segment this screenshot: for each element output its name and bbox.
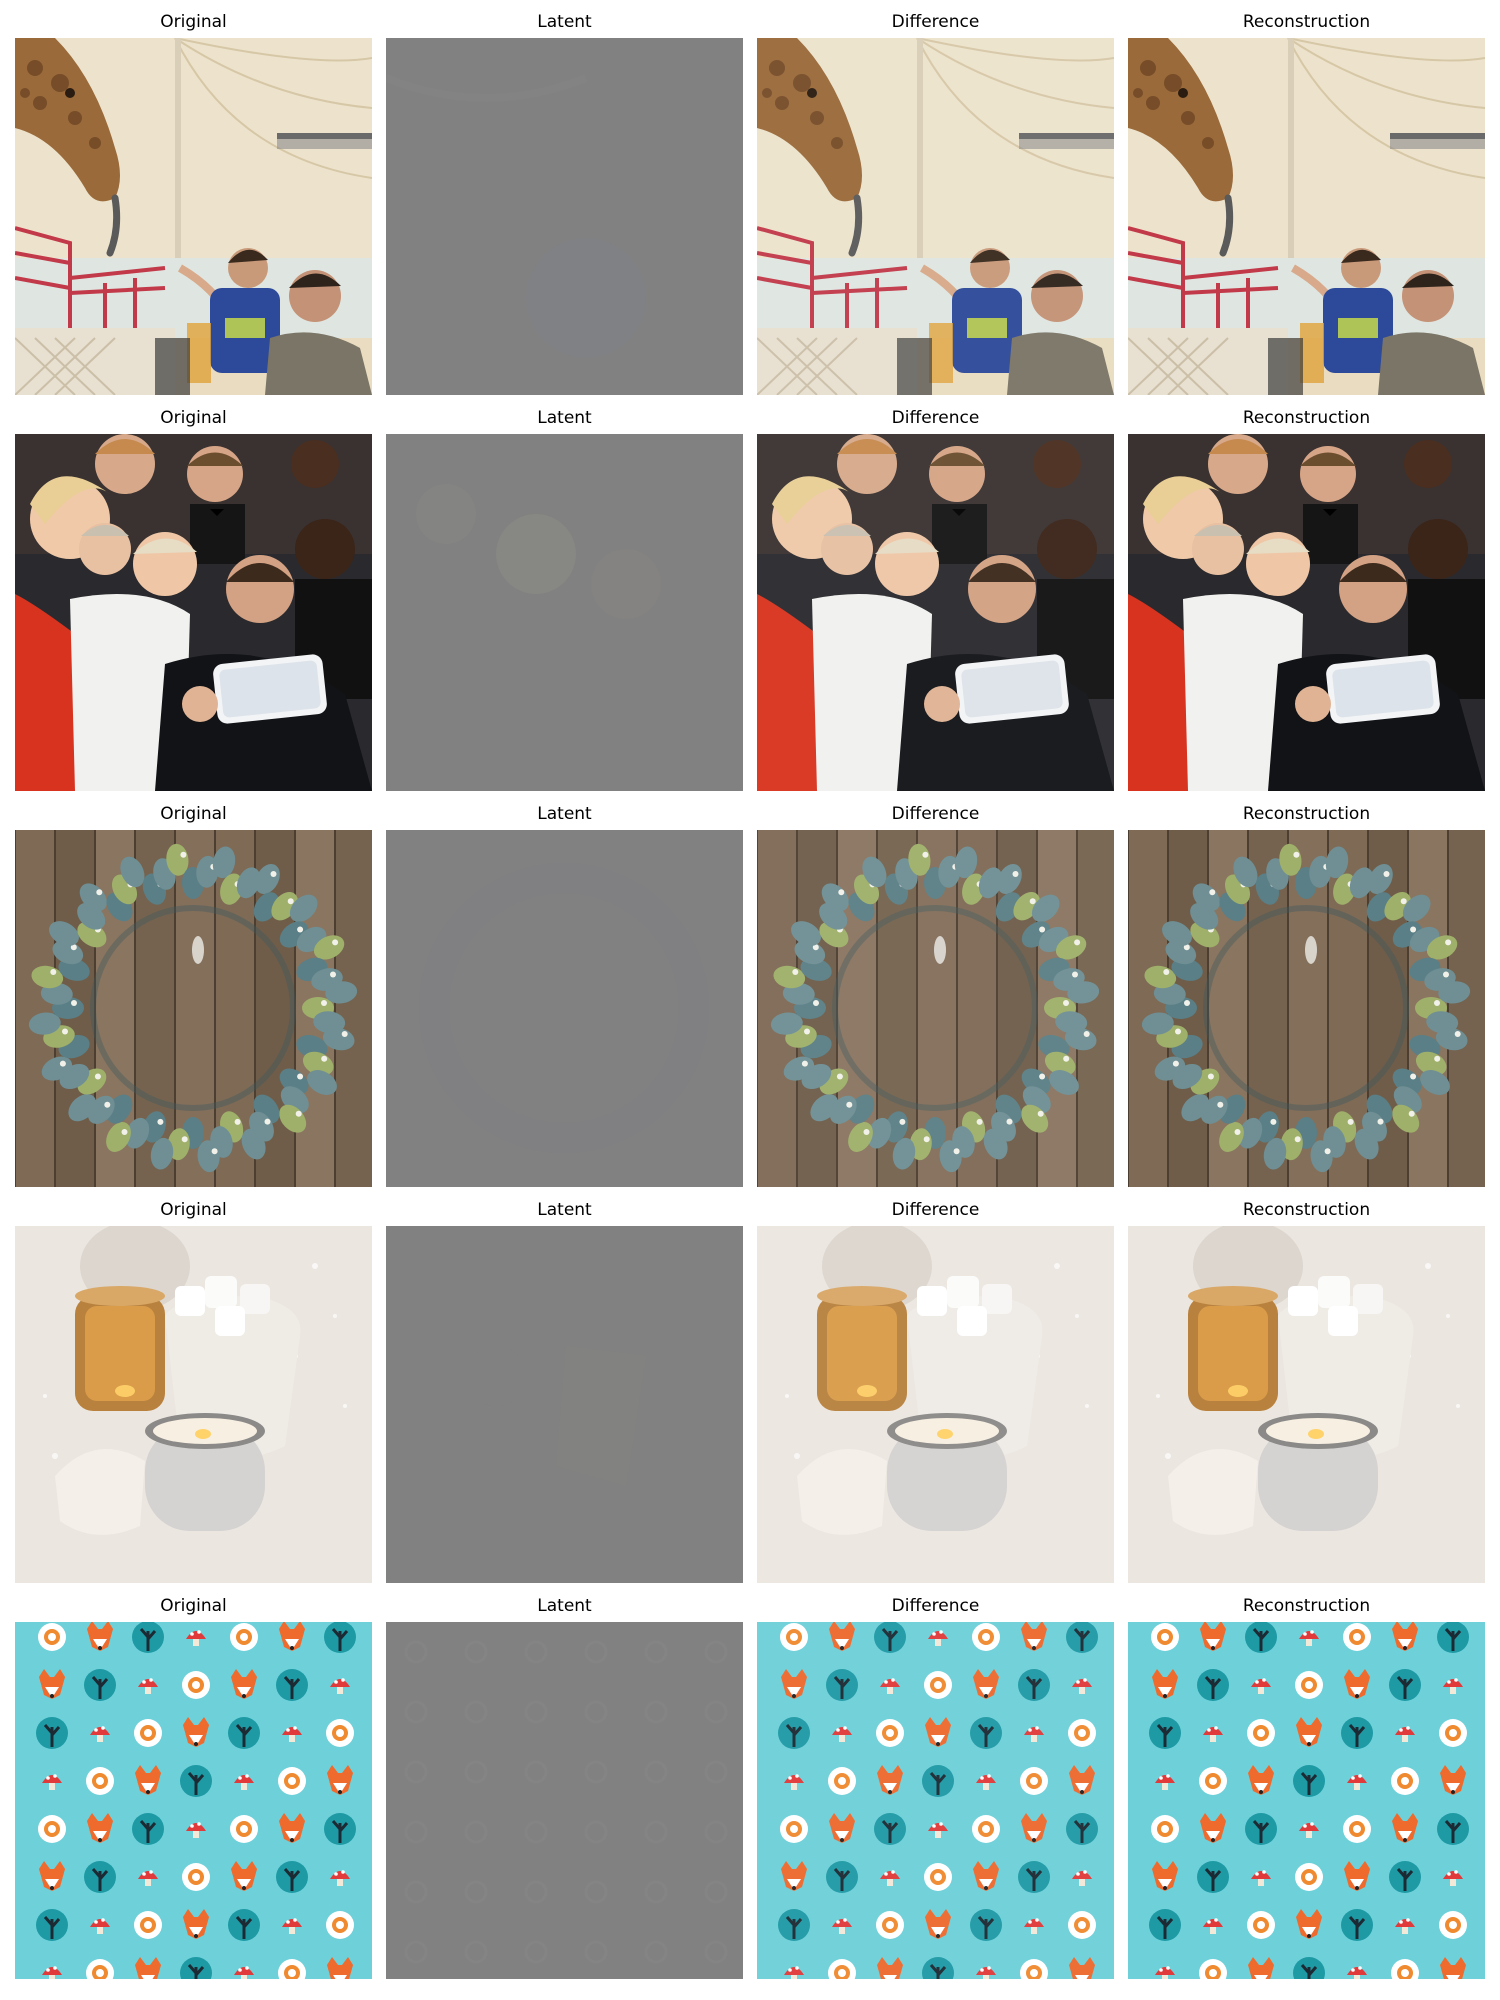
difference-image — [757, 1622, 1114, 1979]
reconstruction-image — [1128, 1226, 1485, 1583]
panel-latent-fox-flower-pattern: Latent — [386, 1596, 743, 1979]
panel-latent-eucalyptus-wreath: Latent — [386, 804, 743, 1187]
panel-reconstruction-eucalyptus-wreath: Reconstruction — [1128, 804, 1485, 1187]
panel-reconstruction-fox-flower-pattern: Reconstruction — [1128, 1596, 1485, 1979]
panel-title-latent: Latent — [537, 1200, 592, 1220]
panel-title-latent: Latent — [537, 408, 592, 428]
panel-reconstruction-giraffe-tent: Reconstruction — [1128, 12, 1485, 395]
panel-latent-giraffe-tent: Latent — [386, 12, 743, 395]
panel-title-original: Original — [160, 804, 227, 824]
panel-latent-candles-marshmallows: Latent — [386, 1200, 743, 1583]
panel-original-giraffe-tent: Original — [15, 12, 372, 395]
panel-title-difference: Difference — [891, 804, 980, 824]
panel-original-fox-flower-pattern: Original — [15, 1596, 372, 1979]
panel-reconstruction-group-selfie: Reconstruction — [1128, 408, 1485, 791]
panel-title-reconstruction: Reconstruction — [1242, 12, 1371, 32]
reconstruction-image — [1128, 1622, 1485, 1979]
panel-difference-candles-marshmallows: Difference — [757, 1200, 1114, 1583]
panel-original-group-selfie: Original — [15, 408, 372, 791]
panel-title-latent: Latent — [537, 804, 592, 824]
panel-reconstruction-candles-marshmallows: Reconstruction — [1128, 1200, 1485, 1583]
latent-image — [386, 38, 743, 395]
panel-difference-eucalyptus-wreath: Difference — [757, 804, 1114, 1187]
panel-difference-fox-flower-pattern: Difference — [757, 1596, 1114, 1979]
reconstruction-image — [1128, 830, 1485, 1187]
reconstruction-image — [1128, 38, 1485, 395]
reconstruction-image — [1128, 434, 1485, 791]
panel-difference-group-selfie: Difference — [757, 408, 1114, 791]
difference-image — [757, 434, 1114, 791]
latent-image — [386, 1226, 743, 1583]
image-grid: Original Latent Difference Reconstructio… — [0, 0, 1500, 2000]
panel-difference-giraffe-tent: Difference — [757, 12, 1114, 395]
latent-image — [386, 434, 743, 791]
panel-title-reconstruction: Reconstruction — [1242, 804, 1371, 824]
panel-title-difference: Difference — [891, 1596, 980, 1616]
panel-title-difference: Difference — [891, 1200, 980, 1220]
latent-image — [386, 1622, 743, 1979]
panel-title-original: Original — [160, 1596, 227, 1616]
difference-image — [757, 830, 1114, 1187]
panel-title-original: Original — [160, 1200, 227, 1220]
panel-title-reconstruction: Reconstruction — [1242, 408, 1371, 428]
panel-original-eucalyptus-wreath: Original — [15, 804, 372, 1187]
difference-image — [757, 1226, 1114, 1583]
panel-title-reconstruction: Reconstruction — [1242, 1200, 1371, 1220]
panel-title-difference: Difference — [891, 12, 980, 32]
panel-original-candles-marshmallows: Original — [15, 1200, 372, 1583]
latent-image — [386, 830, 743, 1187]
panel-title-latent: Latent — [537, 1596, 592, 1616]
original-image — [15, 434, 372, 791]
difference-image — [757, 38, 1114, 395]
original-image — [15, 38, 372, 395]
panel-latent-group-selfie: Latent — [386, 408, 743, 791]
panel-title-difference: Difference — [891, 408, 980, 428]
original-image — [15, 1622, 372, 1979]
original-image — [15, 1226, 372, 1583]
panel-title-original: Original — [160, 12, 227, 32]
panel-title-reconstruction: Reconstruction — [1242, 1596, 1371, 1616]
original-image — [15, 830, 372, 1187]
panel-title-latent: Latent — [537, 12, 592, 32]
panel-title-original: Original — [160, 408, 227, 428]
